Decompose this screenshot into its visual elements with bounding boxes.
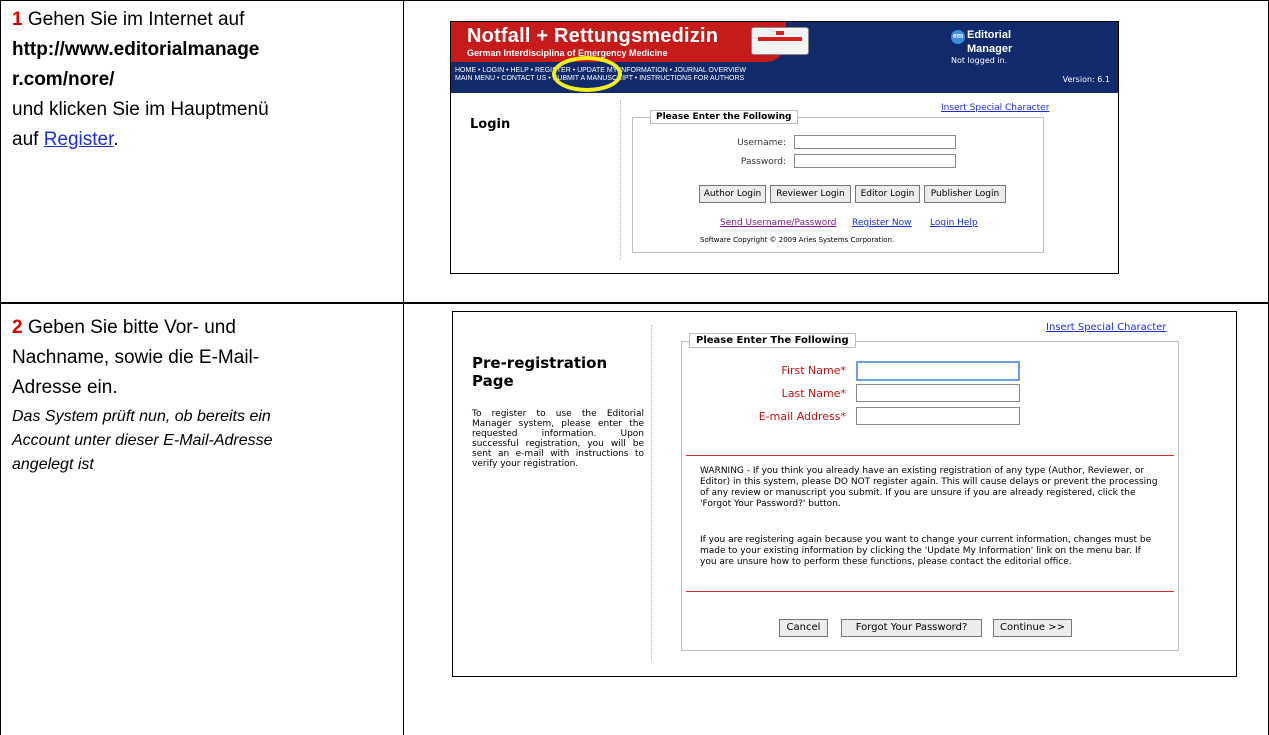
pre-registration-legend: Please Enter The Following [689, 333, 856, 348]
journal-subtitle: German Interdisciplina of Emergency Medi… [467, 48, 668, 58]
step-1-url-part-1: http://www.editorialmanage [12, 39, 260, 60]
step-2-note: Das System prüft nun, ob bereits ein Acc… [12, 405, 397, 477]
step-1-line-4-prefix: auf [12, 129, 44, 150]
pre-registration-title: Pre-registration Page [472, 354, 607, 390]
insert-special-character-link[interactable]: Insert Special Character [941, 103, 1049, 113]
editor-login-button[interactable]: Editor Login [855, 185, 920, 203]
warning-text: WARNING - If you think you already have … [700, 466, 1158, 509]
continue-button[interactable]: Continue >> [993, 619, 1072, 637]
register-link[interactable]: Register [44, 129, 114, 150]
step-1-line-3: und klicken Sie im Hauptmenü [12, 99, 269, 120]
table-border-top [0, 0, 1269, 1]
pre-registration-title-line-1: Pre-registration [472, 354, 608, 372]
email-input[interactable] [856, 407, 1020, 425]
publisher-login-button[interactable]: Publisher Login [924, 185, 1006, 203]
step-2-instructions: 2 Geben Sie bitte Vor- und Nachname, sow… [12, 313, 397, 477]
step-2-line-3: Adresse ein. [12, 377, 118, 398]
login-legend: Please Enter the Following [650, 110, 798, 124]
step-2-line-2: Nachname, sowie die E-Mail- [12, 347, 260, 368]
register-highlight-circle [552, 56, 622, 92]
journal-header: Notfall + Rettungsmedizin German Interdi… [451, 22, 1118, 93]
cancel-button[interactable]: Cancel [779, 619, 828, 637]
register-now-link[interactable]: Register Now [852, 218, 912, 228]
editorial-manager-logo: em Editorial Manager [951, 29, 1013, 55]
table-column-divider [403, 0, 404, 735]
info-text: If you are registering again because you… [700, 535, 1152, 567]
step-1-line-4-suffix: . [113, 129, 119, 150]
step-1-url-part-2: r.com/nore/ [12, 69, 115, 90]
step-1-instructions: 1 Gehen Sie im Internet auf http://www.e… [12, 5, 397, 155]
step-1-line-1: Gehen Sie im Internet auf [27, 9, 245, 30]
login-help-link[interactable]: Login Help [930, 218, 978, 228]
journal-title: Notfall + Rettungsmedizin [467, 25, 719, 47]
version-label: Version: 6.1 [1062, 75, 1110, 84]
login-page-label: Login [470, 117, 511, 132]
logo-line-1: Editorial [967, 29, 1012, 41]
logo-line-2: Manager [967, 43, 1013, 55]
forgot-password-button[interactable]: Forgot Your Password? [841, 619, 982, 637]
username-input[interactable] [794, 135, 956, 149]
login-divider [620, 100, 621, 260]
step-2-note-line-3: angelegt ist [12, 456, 94, 473]
pre-registration-description: To register to use the Editorial Manager… [472, 409, 644, 469]
em-badge-icon: em [951, 30, 965, 44]
email-label: E-mail Address* [758, 410, 846, 423]
step-2-note-line-2: Account unter dieser E-Mail-Adresse [12, 432, 273, 449]
table-border-left [0, 0, 1, 735]
step-2-line-1: Geben Sie bitte Vor- und [27, 317, 236, 338]
copyright-text: Software Copyright © 2009 Aries Systems … [700, 236, 895, 244]
password-input[interactable] [794, 154, 956, 168]
separator-bottom [686, 591, 1174, 592]
pre-registration-title-line-2: Page [472, 372, 514, 390]
username-label: Username: [737, 138, 786, 148]
insert-special-character-link-2[interactable]: Insert Special Character [1046, 322, 1166, 333]
first-name-label: First Name* [781, 364, 846, 377]
reviewer-login-button[interactable]: Reviewer Login [770, 185, 851, 203]
step-2-note-line-1: Das System prüft nun, ob bereits ein [12, 408, 271, 425]
last-name-input[interactable] [856, 384, 1020, 402]
step-2-number: 2 [12, 317, 23, 338]
ambulance-icon [751, 27, 809, 55]
pre-registration-divider [651, 325, 652, 661]
send-username-password-link[interactable]: Send Username/Password [720, 218, 836, 228]
login-status: Not logged in. [951, 56, 1008, 65]
step-1-number: 1 [12, 9, 23, 30]
last-name-label: Last Name* [781, 387, 846, 400]
author-login-button[interactable]: Author Login [699, 185, 766, 203]
table-border-middle [0, 302, 1269, 304]
password-label: Password: [740, 157, 786, 167]
separator-top [686, 455, 1174, 456]
first-name-input[interactable] [856, 361, 1020, 381]
